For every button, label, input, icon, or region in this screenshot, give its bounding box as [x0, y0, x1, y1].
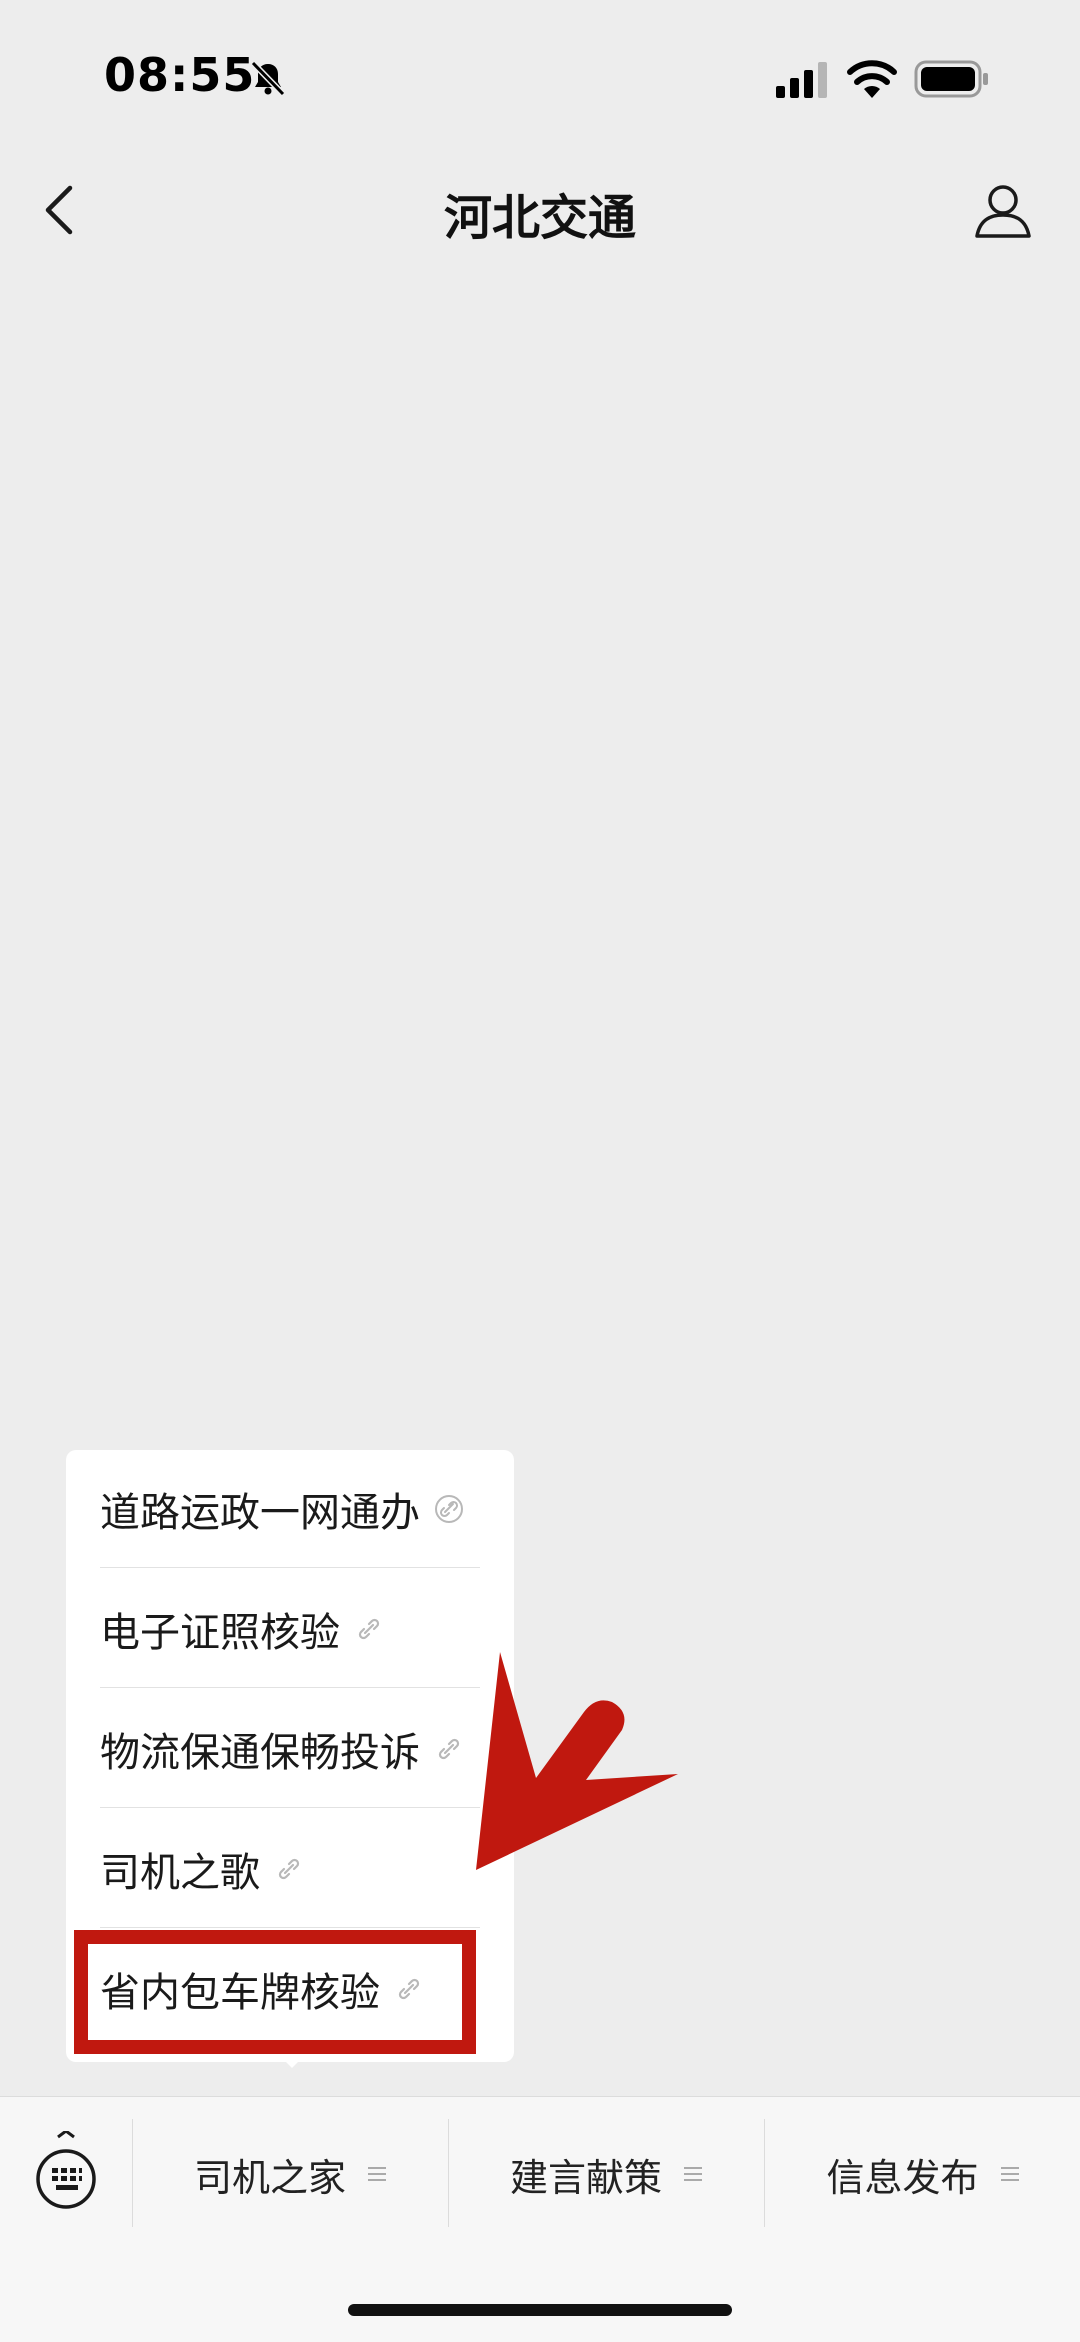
- link-icon: [435, 1495, 463, 1523]
- tab-suggestions[interactable]: 建言献策: [449, 2119, 763, 2229]
- menu-lines-icon: [368, 2167, 386, 2181]
- tab-info-release[interactable]: 信息发布: [765, 2119, 1080, 2229]
- popup-tail: [276, 2052, 308, 2068]
- tab-label: 建言献策: [509, 2155, 662, 2200]
- menu-item-road-transport[interactable]: 道路运政一网通办: [100, 1450, 480, 1568]
- tab-driver-home[interactable]: 司机之家: [133, 2119, 447, 2229]
- tab-label: 信息发布: [826, 2155, 979, 2200]
- menu-item-label: 道路运政一网通办: [100, 1490, 420, 1536]
- red-arrow-annotation: [476, 1652, 678, 1870]
- menu-item-label: 电子证照核验: [100, 1610, 340, 1656]
- home-indicator: [348, 2304, 732, 2316]
- menu-item-driver-song[interactable]: 司机之歌: [100, 1810, 480, 1928]
- keyboard-icon[interactable]: [34, 2131, 98, 2215]
- status-bar: 08:55: [0, 0, 1080, 150]
- profile-icon[interactable]: [972, 180, 1034, 242]
- header: 河北交通: [0, 150, 1080, 270]
- tab-label: 司机之家: [193, 2155, 346, 2200]
- battery-icon: [914, 60, 988, 98]
- link-icon: [438, 1738, 460, 1760]
- highlight-box: [74, 1930, 476, 2054]
- menu-item-logistics-complaint[interactable]: 物流保通保畅投诉: [100, 1690, 480, 1808]
- page-title: 河北交通: [443, 190, 636, 246]
- menu-lines-icon: [684, 2167, 702, 2181]
- link-icon: [358, 1618, 380, 1640]
- menu-item-label: 物流保通保畅投诉: [100, 1730, 420, 1776]
- signal-icon: [776, 62, 827, 98]
- link-icon: [278, 1858, 300, 1880]
- menu-item-e-license[interactable]: 电子证照核验: [100, 1570, 480, 1688]
- bell-muted-icon: [250, 60, 286, 97]
- menu-lines-icon: [1000, 2167, 1019, 2181]
- wifi-icon: [847, 60, 897, 98]
- menu-item-label: 司机之歌: [100, 1850, 260, 1896]
- status-time: 08:55: [104, 48, 256, 102]
